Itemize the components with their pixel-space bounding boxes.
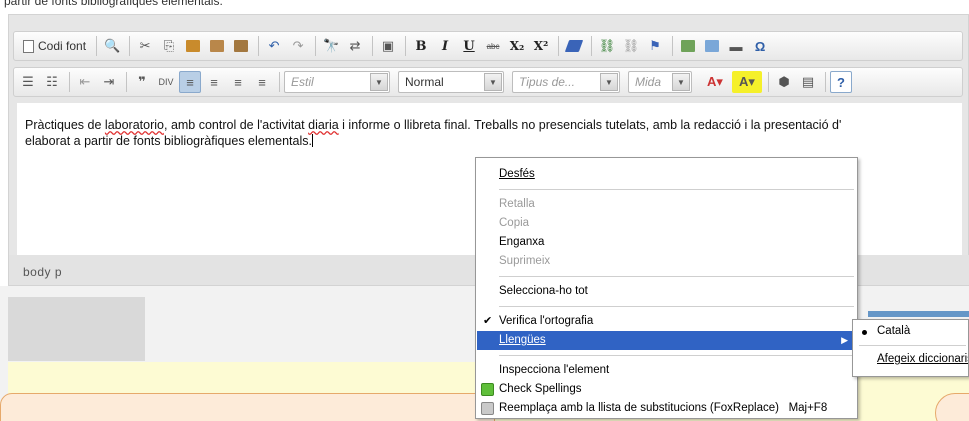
misspelled-word[interactable]: laboratorio [105, 118, 164, 132]
chevron-down-icon: ▼ [370, 73, 388, 91]
menu-item-undo[interactable]: Desfés [477, 165, 856, 184]
toolbar-separator [591, 36, 593, 56]
strikethrough-button[interactable]: abc [482, 35, 504, 57]
font-select[interactable]: Tipus de... ▼ [512, 71, 620, 93]
toolbar-row-1: Codi font 🔍 ✂ ⎘ ↶ ↷ 🔭 ⇄ ▣ B I U abc X₂ X… [13, 31, 963, 61]
select-all-icon[interactable]: ▣ [377, 35, 399, 57]
toolbar-separator [372, 36, 374, 56]
tooltip-bubble [0, 393, 495, 421]
align-right-icon[interactable]: ≡ [227, 71, 249, 93]
menu-item-inspect[interactable]: Inspecciona l'element [477, 361, 856, 380]
toolbar-separator [129, 36, 131, 56]
toolbar-separator [258, 36, 260, 56]
cut-icon[interactable]: ✂ [134, 35, 156, 57]
bold-button[interactable]: B [410, 35, 432, 57]
background-color-icon[interactable]: A▾ [732, 71, 762, 93]
menu-item-languages[interactable]: Llengües ▶ [477, 331, 856, 350]
text-color-icon[interactable]: A▾ [700, 71, 730, 93]
menu-separator [499, 276, 854, 277]
justify-icon[interactable]: ≡ [251, 71, 273, 93]
menu-item-paste[interactable]: Enganxa [477, 233, 856, 252]
italic-button[interactable]: I [434, 35, 456, 57]
radio-dot-icon [862, 330, 867, 335]
replace-icon[interactable]: ⇄ [344, 35, 366, 57]
numbered-list-icon[interactable]: ☰ [17, 71, 39, 93]
div-container-icon[interactable]: DIV [155, 71, 177, 93]
chevron-down-icon: ▼ [484, 73, 502, 91]
blockquote-icon[interactable]: ❞ [131, 71, 153, 93]
indent-icon[interactable]: ⇥ [98, 71, 120, 93]
languages-submenu: Català Afegeix diccionaris... [852, 319, 969, 377]
table-icon[interactable] [701, 35, 723, 57]
align-center-icon[interactable]: ≡ [203, 71, 225, 93]
menu-item-check-spellings[interactable]: Check Spellings [477, 380, 856, 399]
text-caret [311, 134, 313, 147]
align-left-icon[interactable]: ≡ [179, 71, 201, 93]
subscript-button[interactable]: X₂ [506, 35, 528, 57]
toolbar-separator [315, 36, 317, 56]
green-check-icon [481, 383, 494, 396]
undo-icon[interactable]: ↶ [263, 35, 285, 57]
menu-item-select-all[interactable]: Selecciona-ho tot [477, 282, 856, 301]
eraser-icon[interactable] [563, 35, 585, 57]
menu-item-copy[interactable]: Copia [477, 214, 856, 233]
toolbar-separator [126, 72, 127, 92]
context-menu: Desfés Retalla Copia Enganxa Suprimeix S… [475, 157, 858, 419]
menu-separator [499, 306, 854, 307]
image-icon[interactable] [677, 35, 699, 57]
menu-item-spellcheck[interactable]: ✔ Verifica l'ortografia [477, 312, 856, 331]
outdent-icon[interactable]: ⇤ [74, 71, 96, 93]
document-icon [23, 39, 34, 53]
anchor-flag-icon[interactable]: ⚑ [644, 35, 666, 57]
toolbar-separator [405, 36, 407, 56]
source-code-button[interactable]: Codi font [17, 35, 92, 57]
bullet-list-icon[interactable]: ☷ [41, 71, 63, 93]
paste-word-icon[interactable] [230, 35, 252, 57]
toolbar-separator [558, 36, 560, 56]
menu-separator [859, 345, 966, 346]
submenu-arrow-icon: ▶ [841, 335, 848, 345]
superscript-button[interactable]: X² [530, 35, 552, 57]
toolbar-separator [672, 36, 674, 56]
horizontal-rule-icon[interactable]: ▬ [725, 35, 747, 57]
toolbar-separator [768, 72, 769, 92]
menu-separator [499, 355, 854, 356]
toolbar-separator [825, 72, 826, 92]
top-clipped-text: partir de fonts bibliogràfiques elementa… [0, 0, 969, 14]
link-icon[interactable]: ⛓ [596, 35, 618, 57]
underline-button[interactable]: U [458, 35, 480, 57]
chevron-down-icon: ▼ [672, 73, 690, 91]
menu-item-delete[interactable]: Suprimeix [477, 252, 856, 271]
submenu-item-add-dictionaries[interactable]: Afegeix diccionaris... [853, 350, 968, 369]
paste-text-icon[interactable] [206, 35, 228, 57]
copy-icon[interactable]: ⎘ [158, 35, 180, 57]
toolbar-separator [96, 36, 98, 56]
partial-element [868, 311, 969, 317]
maximize-icon[interactable]: ⬢ [773, 71, 795, 93]
menu-item-cut[interactable]: Retalla [477, 195, 856, 214]
help-icon[interactable]: ? [830, 71, 852, 93]
preview-icon[interactable]: 🔍 [101, 35, 123, 57]
grey-panel [8, 297, 145, 361]
foxreplace-icon [481, 402, 494, 415]
find-icon[interactable]: 🔭 [320, 35, 342, 57]
menu-separator [499, 189, 854, 190]
style-select[interactable]: Estil ▼ [284, 71, 390, 93]
special-char-icon[interactable]: Ω [749, 35, 771, 57]
show-blocks-icon[interactable]: ▤ [797, 71, 819, 93]
toolbar-row-2: ☰ ☷ ⇤ ⇥ ❞ DIV ≡ ≡ ≡ ≡ Estil ▼ Normal ▼ Tip… [13, 67, 963, 97]
checkmark-icon: ✔ [483, 315, 493, 327]
misspelled-word[interactable]: diaria [308, 118, 339, 132]
format-select[interactable]: Normal ▼ [398, 71, 504, 93]
toolbar-separator [279, 72, 280, 92]
toolbar-separator [69, 72, 70, 92]
chevron-down-icon: ▼ [600, 73, 618, 91]
menu-item-foxreplace[interactable]: Reemplaça amb la llista de substitucions… [477, 399, 856, 418]
size-select[interactable]: Mida ▼ [628, 71, 692, 93]
redo-icon[interactable]: ↷ [287, 35, 309, 57]
unlink-icon[interactable]: ⛓ [620, 35, 642, 57]
submenu-item-catala[interactable]: Català [853, 322, 968, 341]
paste-icon[interactable] [182, 35, 204, 57]
